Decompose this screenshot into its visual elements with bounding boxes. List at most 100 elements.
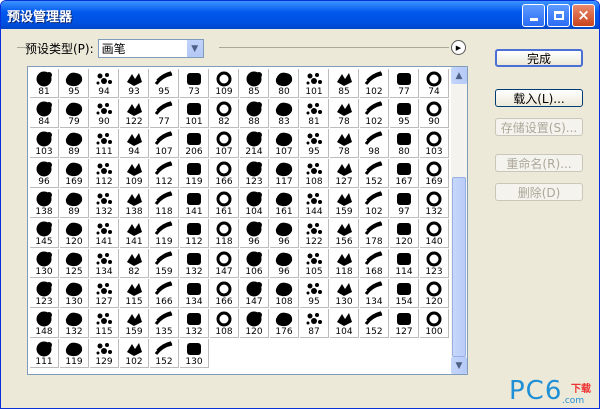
brush-cell[interactable]: 109	[210, 69, 239, 98]
brush-cell[interactable]: 103	[30, 129, 59, 158]
brush-cell[interactable]: 125	[60, 249, 89, 278]
brush-cell[interactable]: 95	[150, 69, 179, 98]
brush-cell[interactable]: 120	[420, 279, 449, 308]
brush-cell[interactable]: 90	[420, 99, 449, 128]
brush-cell[interactable]: 103	[420, 129, 449, 158]
brush-cell[interactable]: 214	[240, 129, 269, 158]
scroll-thumb[interactable]	[452, 177, 466, 357]
brush-cell[interactable]: 119	[150, 219, 179, 248]
brush-cell[interactable]: 141	[120, 219, 149, 248]
brush-cell[interactable]: 115	[90, 309, 119, 338]
preset-type-select[interactable]: 画笔 ▼	[97, 39, 204, 58]
brush-cell[interactable]: 95	[300, 279, 329, 308]
brush-cell[interactable]: 84	[30, 99, 59, 128]
brush-cell[interactable]: 154	[390, 279, 419, 308]
brush-cell[interactable]: 148	[30, 309, 59, 338]
brush-cell[interactable]: 80	[270, 69, 299, 98]
brush-cell[interactable]: 104	[330, 309, 359, 338]
brush-cell[interactable]: 105	[300, 249, 329, 278]
brush-cell[interactable]: 107	[210, 129, 239, 158]
brush-cell[interactable]: 96	[270, 249, 299, 278]
brush-cell[interactable]: 82	[210, 99, 239, 128]
brush-cell[interactable]: 130	[30, 249, 59, 278]
vertical-scrollbar[interactable]: ▲ ▼	[451, 67, 467, 374]
delete-button[interactable]: 删除(D)	[495, 183, 583, 201]
minimize-button[interactable]	[522, 3, 545, 27]
brush-cell[interactable]: 98	[360, 129, 389, 158]
brush-cell[interactable]: 82	[120, 249, 149, 278]
brush-cell[interactable]: 106	[240, 249, 269, 278]
brush-cell[interactable]: 102	[120, 339, 149, 368]
brush-cell[interactable]: 114	[390, 249, 419, 278]
brush-cell[interactable]: 119	[180, 159, 209, 188]
brush-cell[interactable]: 130	[330, 279, 359, 308]
scroll-down-button[interactable]: ▼	[451, 357, 467, 374]
brush-cell[interactable]: 112	[90, 159, 119, 188]
brush-cell[interactable]: 152	[360, 159, 389, 188]
brush-cell[interactable]: 123	[30, 279, 59, 308]
brush-cell[interactable]: 107	[150, 129, 179, 158]
brush-cell[interactable]: 115	[120, 279, 149, 308]
brush-cell[interactable]: 77	[390, 69, 419, 98]
brush-cell[interactable]: 132	[180, 309, 209, 338]
brush-cell[interactable]: 166	[210, 279, 239, 308]
done-button[interactable]: 完成	[495, 49, 583, 67]
brush-cell[interactable]: 127	[330, 159, 359, 188]
brush-cell[interactable]: 94	[90, 69, 119, 98]
brush-cell[interactable]: 176	[270, 309, 299, 338]
brush-cell[interactable]: 169	[420, 159, 449, 188]
brush-cell[interactable]: 108	[270, 279, 299, 308]
brush-cell[interactable]: 88	[240, 99, 269, 128]
brush-cell[interactable]: 78	[330, 129, 359, 158]
brush-cell[interactable]: 95	[60, 69, 89, 98]
load-button[interactable]: 载入(L)...	[495, 89, 583, 107]
brush-cell[interactable]: 96	[270, 219, 299, 248]
brush-cell[interactable]: 108	[210, 309, 239, 338]
title-bar[interactable]: 预设管理器 ×	[1, 1, 599, 29]
brush-cell[interactable]: 73	[180, 69, 209, 98]
brush-cell[interactable]: 79	[60, 99, 89, 128]
brush-cell[interactable]: 134	[90, 249, 119, 278]
brush-cell[interactable]: 93	[120, 69, 149, 98]
brush-cell[interactable]: 141	[90, 219, 119, 248]
brush-cell[interactable]: 130	[60, 279, 89, 308]
brush-cell[interactable]: 111	[90, 129, 119, 158]
brush-cell[interactable]: 159	[330, 189, 359, 218]
panel-menu-button[interactable]: ▶	[451, 40, 466, 55]
chevron-down-icon[interactable]: ▼	[186, 40, 203, 57]
brush-cell[interactable]: 89	[60, 129, 89, 158]
brush-cell[interactable]: 147	[210, 249, 239, 278]
brush-cell[interactable]: 159	[120, 309, 149, 338]
brush-cell[interactable]: 117	[270, 159, 299, 188]
brush-cell[interactable]: 96	[240, 219, 269, 248]
brush-cell[interactable]: 132	[180, 249, 209, 278]
brush-cell[interactable]: 107	[270, 129, 299, 158]
brush-cell[interactable]: 87	[300, 309, 329, 338]
brush-cell[interactable]: 109	[120, 159, 149, 188]
brush-cell[interactable]: 132	[60, 309, 89, 338]
brush-cell[interactable]: 140	[420, 219, 449, 248]
brush-cell[interactable]: 120	[390, 219, 419, 248]
brush-cell[interactable]: 100	[420, 309, 449, 338]
brush-cell[interactable]: 132	[420, 189, 449, 218]
brush-cell[interactable]: 78	[330, 99, 359, 128]
brush-cell[interactable]: 102	[360, 69, 389, 98]
brush-cell[interactable]: 96	[30, 159, 59, 188]
brush-cell[interactable]: 118	[150, 189, 179, 218]
brush-cell[interactable]: 169	[60, 159, 89, 188]
maximize-button[interactable]	[547, 3, 570, 27]
brush-cell[interactable]: 118	[210, 219, 239, 248]
brush-cell[interactable]: 167	[390, 159, 419, 188]
brush-cell[interactable]: 111	[30, 339, 59, 368]
brush-cell[interactable]: 80	[390, 129, 419, 158]
brush-cell[interactable]: 161	[210, 189, 239, 218]
brush-cell[interactable]: 118	[330, 249, 359, 278]
brush-cell[interactable]: 97	[390, 189, 419, 218]
brush-cell[interactable]: 145	[30, 219, 59, 248]
brush-cell[interactable]: 166	[210, 159, 239, 188]
brush-cell[interactable]: 102	[360, 99, 389, 128]
brush-cell[interactable]: 152	[360, 309, 389, 338]
brush-cell[interactable]: 101	[180, 99, 209, 128]
brush-cell[interactable]: 122	[120, 99, 149, 128]
brush-cell[interactable]: 135	[150, 309, 179, 338]
